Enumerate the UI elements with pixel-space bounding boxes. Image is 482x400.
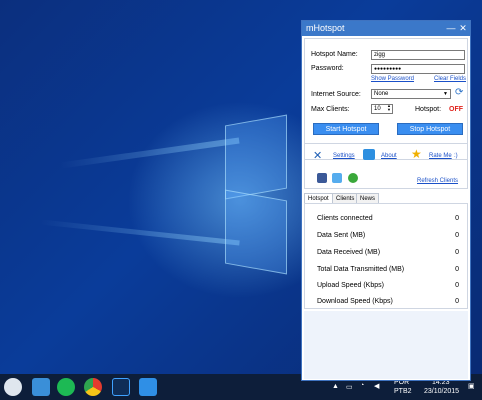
- stat-value: 0: [455, 282, 459, 289]
- volume-icon[interactable]: ◀: [374, 382, 379, 390]
- password-label: Password:: [311, 65, 344, 72]
- internet-source-label: Internet Source:: [311, 91, 361, 98]
- stat-value: 0: [455, 215, 459, 222]
- wifi-icon[interactable]: ◔: [360, 382, 364, 389]
- light-beam: [60, 137, 240, 169]
- rate-me-link[interactable]: Rate Me: [429, 153, 452, 159]
- password-input[interactable]: ●●●●●●●●●: [371, 64, 465, 74]
- facebook-icon[interactable]: [317, 173, 327, 183]
- mhotspot-taskbar-icon[interactable]: [139, 378, 157, 396]
- stat-name: Data Received (MB): [317, 249, 381, 256]
- stat-name: Upload Speed (Kbps): [317, 282, 384, 289]
- stat-name: Data Sent (MB): [317, 232, 366, 239]
- refresh-icon[interactable]: ⟳: [455, 87, 463, 98]
- stat-value: 0: [455, 249, 459, 256]
- internet-source-value: None: [374, 91, 389, 97]
- stat-value: 0: [455, 266, 459, 273]
- photoshop-icon[interactable]: [112, 378, 130, 396]
- app-icon[interactable]: [32, 378, 50, 396]
- chrome-icon[interactable]: [84, 378, 102, 396]
- hotspot-name-label: Hotspot Name:: [311, 51, 358, 58]
- light-beam: [40, 219, 240, 246]
- stat-row: Download Speed (Kbps) 0: [317, 298, 459, 310]
- tray-arrow-icon[interactable]: ▲: [332, 383, 339, 390]
- help-icon[interactable]: [348, 173, 358, 183]
- show-password-link[interactable]: Show Password: [371, 76, 414, 82]
- stats-panel: Clients connected 0 Data Sent (MB) 0 Dat…: [304, 203, 468, 309]
- chevron-down-icon: ▼: [443, 91, 448, 97]
- close-button[interactable]: ✕: [457, 21, 469, 36]
- stop-hotspot-button[interactable]: Stop Hotspot: [397, 123, 463, 135]
- stat-row: Total Data Transmitted (MB) 0: [317, 266, 459, 278]
- twitter-icon[interactable]: [332, 173, 342, 183]
- clock-date[interactable]: 23/10/2015: [424, 388, 459, 395]
- mhotspot-window: mHotspot — ✕ Hotspot Name: zigg Password…: [301, 20, 471, 381]
- notification-icon[interactable]: ▣: [468, 382, 475, 390]
- refresh-clients-link[interactable]: Refresh Clients: [417, 178, 458, 184]
- battery-icon[interactable]: ▭: [346, 383, 353, 391]
- stat-row: Clients connected 0: [317, 215, 459, 227]
- wifi-about-icon[interactable]: [363, 149, 375, 160]
- hotspot-status-label: Hotspot:: [415, 106, 442, 113]
- settings-panel: Hotspot Name: zigg Password: ●●●●●●●●● S…: [304, 38, 468, 160]
- title-bar[interactable]: mHotspot — ✕: [302, 21, 470, 36]
- start-icon[interactable]: [4, 378, 22, 396]
- window-pane: [225, 189, 287, 275]
- window-pane: [225, 114, 287, 200]
- max-clients-label: Max Clients:: [311, 106, 350, 113]
- stat-value: 0: [455, 232, 459, 239]
- max-clients-value: 10: [374, 106, 381, 112]
- stat-row: Data Received (MB) 0: [317, 249, 459, 261]
- layout-label[interactable]: PTB2: [394, 388, 412, 395]
- settings-link[interactable]: Settings: [333, 153, 355, 159]
- tab-strip: Hotspot Clients News: [304, 193, 468, 204]
- star-icon[interactable]: ★: [411, 147, 422, 161]
- start-hotspot-button[interactable]: Start Hotspot: [313, 123, 379, 135]
- hotspot-status-value: OFF: [449, 106, 463, 113]
- about-link[interactable]: About: [381, 153, 397, 159]
- clear-fields-link[interactable]: Clear Fields: [434, 76, 466, 82]
- minimize-button[interactable]: —: [445, 21, 457, 36]
- settings-icon[interactable]: ✕: [313, 149, 322, 162]
- spotify-icon[interactable]: [57, 378, 75, 396]
- rate-me-smiley: :): [454, 153, 458, 159]
- window-title: mHotspot: [306, 23, 345, 33]
- hotspot-name-input[interactable]: zigg: [371, 50, 465, 60]
- stat-name: Download Speed (Kbps): [317, 298, 393, 305]
- stat-name: Clients connected: [317, 215, 373, 222]
- stat-row: Upload Speed (Kbps) 0: [317, 282, 459, 294]
- links-panel: ✕ Settings About ★ Rate Me :) Refresh Cl…: [304, 143, 468, 189]
- stat-name: Total Data Transmitted (MB): [317, 266, 405, 273]
- internet-source-select[interactable]: None ▼: [371, 89, 451, 99]
- stat-value: 0: [455, 298, 459, 305]
- stepper-arrows-icon[interactable]: ▲ ▼: [387, 104, 391, 112]
- stat-row: Data Sent (MB) 0: [317, 232, 459, 244]
- empty-footer-area: [304, 311, 468, 379]
- max-clients-stepper[interactable]: 10 ▲ ▼: [371, 104, 393, 114]
